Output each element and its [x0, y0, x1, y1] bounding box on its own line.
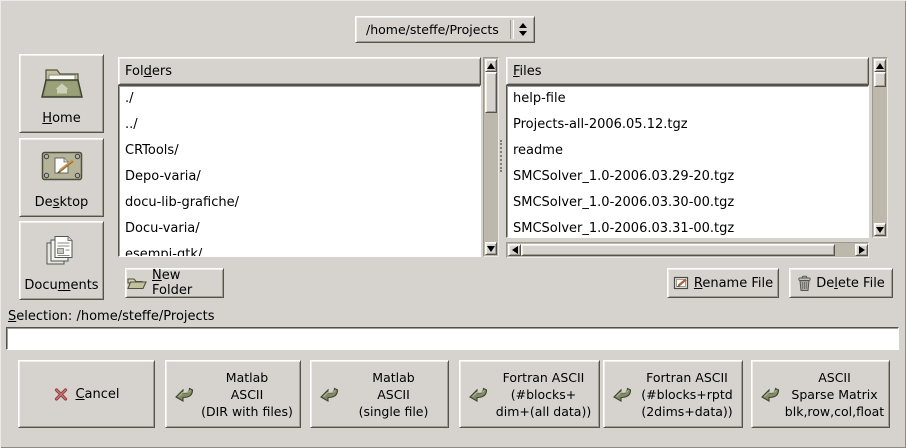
save-arrow-icon	[612, 384, 632, 404]
button-line: Sparse Matrix	[791, 386, 877, 403]
button-line: dim+(all data))	[496, 403, 591, 420]
scroll-thumb[interactable]	[521, 244, 835, 256]
save-arrow-icon	[468, 384, 488, 404]
file-save-dialog: /home/steffe/Projects Home	[0, 0, 906, 448]
button-line: ASCII	[818, 369, 851, 386]
save-matlab-dir-button[interactable]: Matlab ASCII (DIR with files)	[165, 360, 301, 428]
sidebar-item-desktop[interactable]: Desktop	[19, 138, 104, 217]
button-line: (single file)	[359, 403, 429, 420]
documents-stack-icon	[42, 222, 82, 278]
path-history-dropdown[interactable]: /home/steffe/Projects	[355, 16, 535, 43]
button-line: Matlab	[372, 369, 414, 386]
files-vscrollbar[interactable]	[872, 57, 888, 238]
selection-line: Selection: /home/steffe/Projects	[8, 309, 215, 324]
arrow-down-icon	[487, 246, 495, 252]
delete-file-label: Delete File	[816, 276, 885, 291]
delete-file-button[interactable]: Delete File	[789, 268, 893, 298]
file-row[interactable]: SMCSolver_1.0-2006.03.30-00.tgz	[507, 190, 868, 216]
save-matlab-single-button[interactable]: Matlab ASCII (single file)	[310, 360, 449, 428]
rename-file-label: Rename File	[694, 276, 773, 291]
new-folder-icon	[126, 275, 148, 291]
button-line: Fortran ASCII	[646, 369, 728, 386]
save-fortran-rptd-button[interactable]: Fortran ASCII (#blocks+rptd (2dims+data)…	[603, 360, 743, 428]
folders-column-header[interactable]: Folders	[118, 57, 481, 85]
arrow-left-icon	[512, 246, 518, 254]
path-dropdown-value: /home/steffe/Projects	[356, 22, 510, 37]
filename-input[interactable]	[6, 327, 899, 350]
files-header-label: Files	[513, 64, 542, 79]
save-ascii-sparse-button[interactable]: ASCII Sparse Matrix blk,row,col,float	[751, 360, 890, 428]
folder-row[interactable]: docu-lib-grafiche/	[119, 190, 480, 216]
arrow-up-icon	[487, 63, 495, 69]
save-arrow-icon	[760, 384, 780, 404]
selection-label: Selection:	[8, 309, 72, 324]
button-line: ASCII	[377, 386, 410, 403]
selection-path: /home/steffe/Projects	[76, 309, 214, 324]
scroll-thumb[interactable]	[485, 72, 497, 113]
sidebar-documents-label: Documents	[24, 278, 98, 293]
cancel-button[interactable]: Cancel	[18, 360, 155, 428]
button-line: (#blocks+	[511, 386, 577, 403]
scroll-left-button[interactable]	[508, 244, 521, 256]
folders-vscrollbar[interactable]	[483, 57, 499, 257]
files-list: help-file Projects-all-2006.05.12.tgz re…	[506, 85, 869, 238]
folder-row[interactable]: CRTools/	[119, 138, 480, 164]
home-folder-icon	[40, 55, 84, 111]
folder-row[interactable]: ../	[119, 112, 480, 138]
save-fortran-alldata-button[interactable]: Fortran ASCII (#blocks+ dim+(all data))	[459, 360, 600, 428]
folder-row[interactable]: Depo-varia/	[119, 164, 480, 190]
sidebar-item-documents[interactable]: Documents	[19, 221, 104, 300]
scroll-up-button[interactable]	[874, 59, 886, 72]
button-line: Fortran ASCII	[503, 369, 585, 386]
scroll-down-button[interactable]	[874, 223, 886, 236]
sidebar-home-label: Home	[42, 111, 80, 126]
trash-icon	[797, 275, 812, 292]
button-line: (#blocks+rptd	[641, 386, 732, 403]
arrow-right-icon	[859, 246, 865, 254]
rename-pencil-icon	[673, 275, 690, 291]
panel-splitter-handle[interactable]	[500, 140, 504, 172]
file-row[interactable]: SMCSolver_1.0-2006.03.29-20.tgz	[507, 164, 868, 190]
folders-list: ./ ../ CRTools/ Depo-varia/ docu-lib-gra…	[118, 85, 481, 257]
combo-updown-icon	[519, 23, 527, 36]
file-row[interactable]: readme	[507, 138, 868, 164]
scroll-up-button[interactable]	[485, 59, 497, 72]
folders-header-label: Folders	[125, 64, 172, 79]
cancel-label: Cancel	[75, 387, 119, 402]
new-folder-button[interactable]: New Folder	[125, 268, 224, 298]
files-hscrollbar[interactable]	[506, 242, 869, 258]
cancel-x-icon	[53, 386, 69, 402]
folder-row[interactable]: Docu-varia/	[119, 216, 480, 242]
arrow-down-icon	[876, 227, 884, 233]
sidebar-item-home[interactable]: Home	[19, 54, 104, 133]
button-line: ASCII	[231, 386, 264, 403]
new-folder-label: New Folder	[152, 268, 223, 298]
rename-file-button[interactable]: Rename File	[667, 268, 779, 298]
files-column-header[interactable]: Files	[506, 57, 869, 85]
file-row[interactable]: Projects-all-2006.05.12.tgz	[507, 112, 868, 138]
file-row[interactable]: SMCSolver_1.0-2006.03.31-00.tgz	[507, 216, 868, 238]
save-arrow-icon	[174, 384, 194, 404]
save-arrow-icon	[319, 384, 339, 404]
button-line: (2dims+data))	[641, 403, 732, 420]
button-line: blk,row,col,float	[785, 403, 884, 420]
combo-separator	[510, 20, 514, 39]
arrow-up-icon	[876, 63, 884, 69]
file-row[interactable]: help-file	[507, 86, 868, 112]
scroll-down-button[interactable]	[485, 242, 497, 255]
button-line: Matlab	[226, 369, 268, 386]
folder-row[interactable]: ./	[119, 86, 480, 112]
scroll-thumb[interactable]	[874, 72, 886, 87]
folder-row[interactable]: esempi-gtk/	[119, 242, 480, 257]
scroll-right-button[interactable]	[855, 244, 868, 256]
desktop-icon	[40, 139, 84, 195]
sidebar-desktop-label: Desktop	[35, 195, 89, 210]
button-line: (DIR with files)	[201, 403, 293, 420]
